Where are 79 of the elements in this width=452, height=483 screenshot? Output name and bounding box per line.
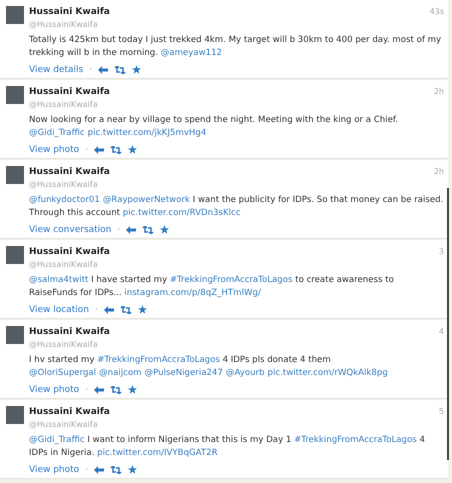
tweet-link[interactable]: @Ayourb [226, 368, 265, 378]
star-icon[interactable] [128, 385, 138, 394]
view-link[interactable]: View photo [29, 384, 80, 394]
timestamp: 3 [438, 246, 444, 258]
view-link[interactable]: View details [29, 64, 84, 74]
star-icon[interactable] [128, 465, 138, 474]
tweet-link[interactable]: @RaypowerNetwork [102, 195, 190, 205]
view-link[interactable]: View photo [29, 144, 80, 154]
tweet-link[interactable]: @OloriSupergal [29, 368, 96, 378]
tweet-text: @salma4twitt I have started my #TrekkingFromAccraToLagos to create awareness to RaiseFunds for IDPs... instagram.com/p/8qZ_HTmIWg/ [29, 274, 395, 300]
avatar-photo-placeholder [6, 406, 24, 424]
timestamp: 2h [434, 166, 444, 178]
timestamp: 4 [438, 326, 444, 338]
timestamp: 5 [438, 406, 444, 418]
tweet-text: Totally is 425km but today I just trekked 4km. My target will b 30km to 400 per day. most of my trekking will b in the morning. @ameyaw112 [29, 34, 442, 60]
user-handle: @HussainiKwaifa [29, 419, 98, 431]
star-icon[interactable] [132, 65, 142, 74]
user-name[interactable]: Hussaini Kwaifa [29, 406, 110, 418]
separator-dot: · [117, 224, 120, 234]
tweet-link[interactable]: pic.twitter.com/IVYBqGAT2R [97, 448, 218, 458]
user-name[interactable]: Hussaini Kwaifa [29, 6, 110, 18]
tweet-text: @funkydoctor01 @RaypowerNetwork I want the publicity for IDPs. So that money can be raised. Through this account pic.twitter.com/RVDn3sKlcc [29, 194, 444, 220]
star-icon[interactable] [160, 225, 170, 234]
tweet-link[interactable]: @funkydoctor01 [29, 195, 100, 205]
tweet-link[interactable]: pic.twitter.com/rWQkAlk8pg [268, 368, 388, 378]
separator-dot: · [89, 64, 92, 74]
user-handle: @HussainiKwaifa [29, 339, 98, 351]
retweet-icon[interactable] [114, 66, 126, 74]
tweet-link[interactable]: @naijcom [99, 368, 142, 378]
timestamp: 43s [430, 6, 444, 18]
tweet-link[interactable]: @Gidi_Traffic [29, 435, 85, 445]
avatar-photo-placeholder [6, 166, 24, 184]
scrollbar[interactable] [447, 188, 449, 460]
tweet-link[interactable]: @PulseNigeria247 [144, 368, 223, 378]
user-name[interactable]: Hussaini Kwaifa [29, 86, 110, 98]
view-link[interactable]: View photo [29, 464, 80, 474]
reply-icon[interactable] [104, 306, 114, 314]
tweet-link[interactable]: pic.twitter.com/RVDn3sKlcc [122, 208, 240, 218]
user-name[interactable]: Hussaini Kwaifa [29, 166, 110, 178]
tweet-link[interactable]: @ameyaw112 [160, 48, 222, 58]
reply-icon[interactable] [94, 146, 104, 154]
reply-icon[interactable] [94, 466, 104, 474]
reply-icon[interactable] [98, 66, 108, 74]
star-icon[interactable] [128, 145, 138, 154]
tweet-link[interactable]: instagram.com/p/8qZ_HTmIWg/ [124, 288, 261, 298]
avatar-photo-placeholder [6, 326, 24, 344]
tweet-text: I hv started my #TrekkingFromAccraToLagos 4 IDPs pls donate 4 them @OloriSupergal @naijcom @PulseNigeria247 @Ayourb pic.twitter.com/rWQkAlk8pg [29, 354, 389, 380]
tweet-link[interactable]: @Gidi_Traffic [29, 128, 85, 138]
user-handle: @HussainiKwaifa [29, 19, 98, 31]
retweet-icon[interactable] [142, 226, 154, 234]
user-name[interactable]: Hussaini Kwaifa [29, 326, 110, 338]
tweet-link[interactable]: #TrekkingFromAccraToLagos [294, 435, 417, 445]
retweet-icon[interactable] [110, 386, 122, 394]
retweet-icon[interactable] [110, 146, 122, 154]
tweet-link[interactable]: pic.twitter.com/jkKJ5mvHg4 [88, 128, 206, 138]
separator-dot: · [85, 384, 88, 394]
tweet-text: @Gidi_Traffic I want to inform Nigerians that this is my Day 1 #TrekkingFromAccraToLagos 4 IDPs in Nigeria. pic.twitter.com/IVYBqGAT2R [29, 434, 426, 460]
avatar-photo-placeholder [6, 246, 24, 264]
user-handle: @HussainiKwaifa [29, 99, 98, 111]
tweet-link[interactable]: #TrekkingFromAccraToLagos [170, 275, 292, 285]
reply-icon[interactable] [94, 386, 104, 394]
user-name[interactable]: Hussaini Kwaifa [29, 246, 110, 258]
view-link[interactable]: View conversation [29, 224, 112, 234]
avatar-photo-placeholder [6, 86, 24, 104]
retweet-icon[interactable] [110, 466, 122, 474]
tweet-text: Now looking for a near by village to spend the night. Meeting with the king or a Chief. @Gidi_Traffic pic.twitter.com/jkKJ5mvHg4 [29, 114, 399, 140]
reply-icon[interactable] [126, 226, 136, 234]
tweet-link[interactable]: #TrekkingFromAccraToLagos [97, 355, 220, 365]
separator-dot: · [85, 144, 88, 154]
timestamp: 2h [434, 86, 444, 98]
separator-dot: · [85, 464, 88, 474]
tweet-link[interactable]: @salma4twitt [29, 275, 88, 285]
user-handle: @HussainiKwaifa [29, 259, 98, 271]
separator-dot: · [94, 304, 98, 314]
star-icon[interactable] [138, 305, 147, 314]
user-handle: @HussainiKwaifa [29, 179, 98, 191]
avatar-photo-placeholder [6, 6, 24, 24]
view-link[interactable]: View location [29, 304, 89, 314]
retweet-icon[interactable] [120, 306, 132, 314]
